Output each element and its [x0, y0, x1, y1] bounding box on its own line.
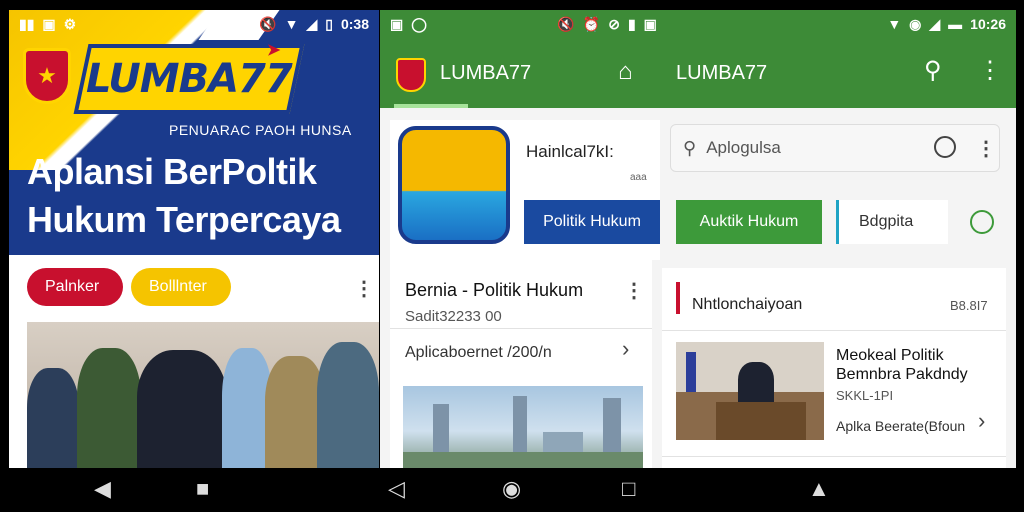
- news-heading: Nhtlonchaiyoan: [692, 296, 803, 313]
- back-icon[interactable]: ◀: [94, 476, 111, 502]
- app-icon[interactable]: [398, 126, 510, 244]
- home-icon[interactable]: ⌂: [618, 58, 633, 86]
- headline-line-2: Hukum Terpercaya: [27, 199, 341, 240]
- notification-icon: ▣: [42, 15, 56, 32]
- recents-icon[interactable]: ■: [196, 476, 209, 502]
- section-accent: [676, 282, 680, 314]
- right-app-screen: ▣ ◯ 🔇 ⏰ ⊘ ▮ ▣ ▼ ◉ ◢ ▬ 10:26 LUMBA77 ⌂ LU…: [380, 10, 1016, 468]
- image-icon: ▣: [390, 15, 404, 32]
- crest-emblem-icon: ★: [37, 63, 57, 88]
- photo-trees: [403, 452, 643, 468]
- voice-icon[interactable]: [934, 136, 956, 158]
- gear-icon: ⚙: [63, 15, 77, 32]
- category-chips: Palnker Bolllnter: [27, 268, 231, 306]
- chip-category-1[interactable]: Palnker: [27, 268, 123, 306]
- photo-podium: [716, 402, 806, 440]
- mute-icon: 🔇: [259, 15, 277, 32]
- news-item-title-line-2: Bemnbra Pakdndy: [836, 366, 968, 383]
- mute-icon: 🔇: [557, 15, 575, 32]
- right-status-bar: ▣ ◯ 🔇 ⏰ ⊘ ▮ ▣ ▼ ◉ ◢ ▬ 10:26: [380, 10, 1016, 38]
- article-more-icon[interactable]: ⋮: [624, 278, 644, 303]
- article-title: Bernia - Politik Hukum: [405, 280, 584, 300]
- left-app-screen: ▮▮ ▣ ⚙ 🔇 ▼ ◢ ▯ 0:38 ★ LUMBA77 ➤ PENUARAC…: [9, 10, 379, 468]
- photo-person: [317, 342, 379, 468]
- divider: [662, 456, 1006, 457]
- left-more-icon[interactable]: ⋮: [354, 276, 374, 301]
- logo-accent-icon: ➤: [267, 42, 281, 59]
- alarm-icon: ⏰: [582, 15, 601, 32]
- left-status-bar: ▮▮ ▣ ⚙ 🔇 ▼ ◢ ▯ 0:38: [9, 10, 379, 38]
- outlined-label[interactable]: Bdgpita: [836, 200, 948, 244]
- hero-tagline: PENUARAC PAOH HUNSA: [169, 122, 352, 138]
- news-item-thumbnail[interactable]: [676, 342, 824, 440]
- hero-headline: Aplansi BerPoltik Hukum Terpercaya: [27, 148, 341, 244]
- right-status-time: 10:26: [970, 16, 1006, 32]
- divider: [662, 330, 1006, 331]
- overview-icon[interactable]: □: [622, 476, 635, 502]
- back-outline-icon[interactable]: ◁: [388, 476, 405, 502]
- photo-person: [265, 356, 325, 468]
- system-nav-bar: ◀ ■ ◁ ◉ □ ▲: [0, 470, 1024, 512]
- cell-signal-icon: ◢: [929, 15, 941, 32]
- news-photo[interactable]: [27, 322, 379, 468]
- sim-icon: ▮: [627, 15, 636, 32]
- dnd-icon: ⊘: [608, 15, 620, 32]
- wifi-icon: ▼: [887, 16, 902, 32]
- toolbar-title-right: LUMBA77: [676, 62, 768, 84]
- home-button-icon[interactable]: ◉: [502, 476, 521, 502]
- battery-icon: ▬: [948, 16, 963, 32]
- hotspot-icon: ◉: [909, 15, 922, 32]
- search-placeholder: Aplogulsa: [706, 138, 781, 157]
- news-item-title-line-1: Meokeal Politik: [836, 347, 944, 364]
- toolbar-title-left: LUMBA77: [440, 62, 532, 84]
- photo-speaker: [738, 362, 774, 406]
- toolbar-crest-logo: [396, 58, 426, 92]
- more-icon[interactable]: ⋮: [978, 56, 1002, 85]
- hero-banner: ▮▮ ▣ ⚙ 🔇 ▼ ◢ ▯ 0:38 ★ LUMBA77 ➤ PENUARAC…: [9, 10, 379, 255]
- photo-person: [77, 348, 141, 468]
- search-more-icon[interactable]: ⋮: [976, 136, 996, 161]
- wifi-icon: ▼: [284, 16, 299, 32]
- search-field-icon: ⚲: [683, 137, 697, 158]
- news-item-title: Meokeal Politik Bemnbra Pakdndy: [836, 346, 968, 384]
- sync-icon: ◯: [411, 15, 427, 32]
- search-icon[interactable]: ⚲: [924, 56, 942, 85]
- chip-category-2[interactable]: Bolllnter: [131, 268, 231, 306]
- active-tab-indicator: [394, 104, 468, 108]
- cell-signal-icon: ◢: [306, 15, 318, 32]
- photo-flag: [686, 352, 696, 392]
- signal-icon: ▮▮: [19, 15, 35, 32]
- photo-person: [137, 350, 227, 468]
- divider: [390, 328, 652, 329]
- left-status-time: 0:38: [340, 16, 369, 32]
- politik-hukum-button[interactable]: Politik Hukum: [524, 200, 660, 244]
- photo-person: [27, 368, 79, 468]
- refresh-icon[interactable]: [970, 210, 994, 234]
- city-photo: [403, 386, 643, 468]
- chevron-right-icon[interactable]: ›: [622, 336, 629, 362]
- article-subtitle: Sadit32233 00: [405, 308, 502, 325]
- article-footer: Aplicaboernet /200/n: [405, 344, 552, 361]
- crest-logo: ★: [23, 48, 71, 104]
- logo-text: LUMBA77: [86, 56, 292, 102]
- battery-icon: ▯: [325, 15, 333, 32]
- app-name: Hainlcal7kI:: [526, 142, 614, 161]
- news-chevron-right-icon[interactable]: ›: [978, 408, 985, 434]
- headline-line-1: Aplansi BerPoltik: [27, 151, 317, 192]
- news-item-footer: Aplka Beerate(Bfoun: [836, 418, 966, 434]
- app-meta: aaa: [630, 172, 647, 183]
- vpn-icon: ▣: [643, 15, 657, 32]
- news-item-meta: SKKL-1PI: [836, 388, 894, 403]
- accessibility-icon[interactable]: ▲: [808, 476, 830, 502]
- news-count: B8.8I7: [950, 298, 988, 313]
- auktik-hukum-button[interactable]: Auktik Hukum: [676, 200, 822, 244]
